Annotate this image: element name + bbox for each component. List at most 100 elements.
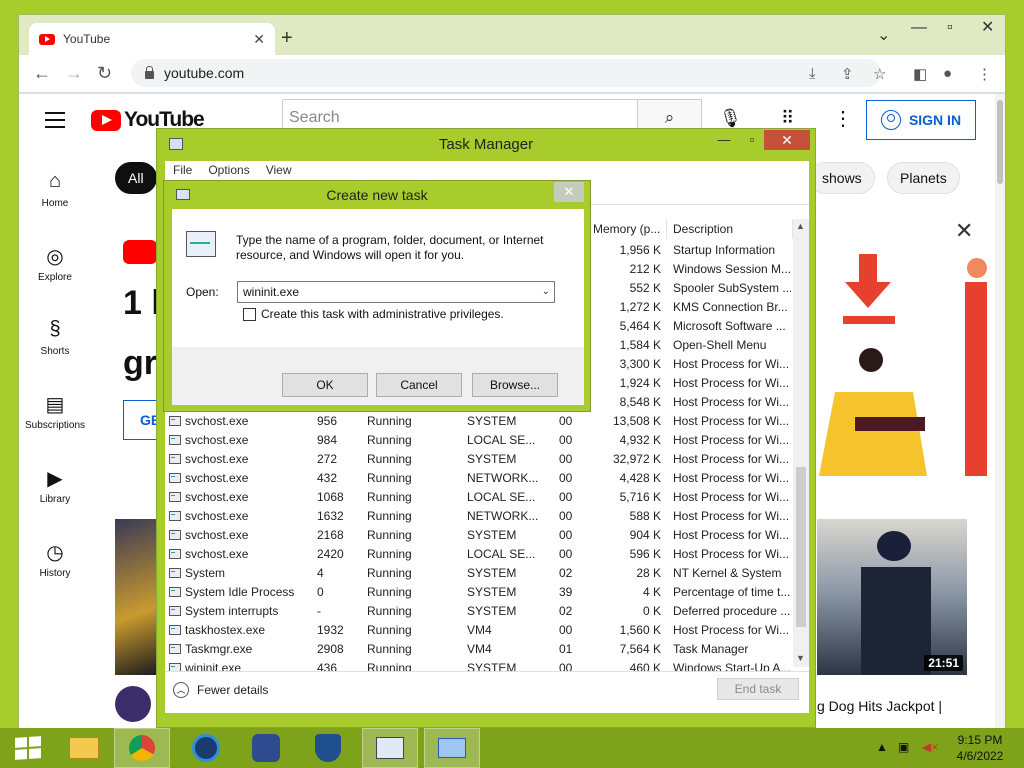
sign-in-button[interactable]: SIGN IN <box>866 100 976 140</box>
back-icon[interactable]: ← <box>33 63 51 84</box>
close-banner-icon[interactable]: ✕ <box>955 218 973 244</box>
taskbar-task-manager[interactable] <box>362 728 418 768</box>
taskbar-control-app[interactable] <box>238 728 294 768</box>
dialog-body: Type the name of a program, folder, docu… <box>172 209 584 405</box>
start-button[interactable] <box>0 728 56 768</box>
cell-cpu: 02 <box>559 566 573 580</box>
install-icon[interactable]: ⤓ <box>809 65 816 82</box>
cell-pid: 1932 <box>317 623 344 637</box>
cancel-button[interactable]: Cancel <box>376 373 462 397</box>
fewer-details-button[interactable]: ︿ Fewer details <box>173 682 268 698</box>
taskbar-run-dialog[interactable] <box>424 728 480 768</box>
tab-close-icon[interactable]: ✕ <box>253 31 265 48</box>
maximize-icon[interactable]: ▫ <box>947 19 953 37</box>
video-duration-badge: 21:51 <box>924 655 963 671</box>
sidebar-item-history[interactable]: ◷ History <box>19 540 91 579</box>
sidebar-item-shorts[interactable]: § Shorts <box>19 318 91 357</box>
end-task-button[interactable]: End task <box>717 678 799 700</box>
table-row[interactable]: svchost.exe 956 Running SYSTEM 00 13,508 K Hos… <box>165 412 793 431</box>
taskbar-file-explorer[interactable] <box>56 728 112 768</box>
sidebar-item-library[interactable]: ▶ Library <box>19 466 91 505</box>
tm-close-icon[interactable]: ✕ <box>764 130 810 150</box>
bookmark-star-icon[interactable]: ☆ <box>873 65 886 83</box>
tm-scrollbar[interactable]: ▲ ▼ <box>793 219 809 667</box>
column-header-memory[interactable]: Memory (p... <box>587 219 667 239</box>
tm-maximize-icon[interactable]: ▫ <box>739 132 765 147</box>
menu-icon[interactable] <box>45 112 65 133</box>
table-row[interactable]: svchost.exe 2168 Running SYSTEM 00 904 K Host … <box>165 526 793 545</box>
cell-pid: 956 <box>317 414 338 428</box>
cell-pid: 2420 <box>317 547 344 561</box>
table-row[interactable]: System interrupts - Running SYSTEM 02 0 K Defe… <box>165 602 793 621</box>
cell-user: SYSTEM <box>467 414 517 428</box>
table-row[interactable]: svchost.exe 272 Running SYSTEM 00 32,972 K Hos… <box>165 450 793 469</box>
table-row[interactable]: svchost.exe 1068 Running LOCAL SE... 00 5,716… <box>165 488 793 507</box>
table-row[interactable]: Taskmgr.exe 2908 Running VM4 01 7,564 K Task M… <box>165 640 793 659</box>
tab-search-icon[interactable]: ⌄ <box>877 25 890 45</box>
menu-options[interactable]: Options <box>200 161 257 179</box>
cell-user: SYSTEM <box>467 566 517 580</box>
table-row[interactable]: svchost.exe 984 Running LOCAL SE... 00 4,932 … <box>165 431 793 450</box>
tab-youtube[interactable]: YouTube ✕ <box>29 23 275 55</box>
table-row[interactable]: svchost.exe 432 Running NETWORK... 00 4,428 K… <box>165 469 793 488</box>
chip-planets[interactable]: Planets <box>887 162 960 194</box>
chrome-menu-icon[interactable]: ⋮ <box>977 65 992 83</box>
table-row[interactable]: taskhostex.exe 1932 Running VM4 00 1,560 K Hos… <box>165 621 793 640</box>
channel-avatar[interactable] <box>115 686 151 722</box>
taskbar-clock[interactable]: 9:15 PM 4/6/2022 <box>950 732 1010 764</box>
table-row[interactable]: svchost.exe 1632 Running NETWORK... 00 588 K H… <box>165 507 793 526</box>
sidebar-item-explore[interactable]: ◎ Explore <box>19 244 91 283</box>
page-scrollbar[interactable] <box>995 94 1005 731</box>
network-icon[interactable]: ▣ <box>898 740 909 754</box>
minimize-icon[interactable]: — <box>911 19 927 37</box>
dialog-description: Type the name of a program, folder, docu… <box>236 233 544 262</box>
shield-icon <box>315 734 341 762</box>
table-row[interactable]: System Idle Process 0 Running SYSTEM 39 4 K Pe… <box>165 583 793 602</box>
new-tab-button[interactable]: + <box>281 27 293 50</box>
volume-muted-icon[interactable]: ◀× <box>922 740 938 754</box>
scroll-up-icon[interactable]: ▲ <box>796 221 805 231</box>
chip-shows[interactable]: shows <box>809 162 875 194</box>
dropdown-chevron-icon[interactable]: ⌄ <box>542 282 550 302</box>
scroll-down-icon[interactable]: ▼ <box>796 653 805 663</box>
ok-button[interactable]: OK <box>282 373 368 397</box>
sidebar-item-subscriptions[interactable]: ▤ Subscriptions <box>19 392 91 431</box>
profile-icon[interactable]: ● <box>943 65 952 82</box>
taskbar-security-app[interactable] <box>300 728 356 768</box>
dialog-close-icon[interactable]: ✕ <box>554 182 584 202</box>
taskbar-chrome[interactable] <box>114 728 170 768</box>
chip-all[interactable]: All <box>115 162 157 194</box>
apps-grid-icon[interactable]: ⠿ <box>781 108 794 129</box>
browse-button[interactable]: Browse... <box>472 373 558 397</box>
table-row[interactable]: svchost.exe 2420 Running LOCAL SE... 00 596 K… <box>165 545 793 564</box>
forward-icon[interactable]: → <box>65 63 83 84</box>
taskbar-ccleaner[interactable] <box>178 728 234 768</box>
share-icon[interactable]: ⇪ <box>841 65 854 83</box>
process-icon <box>169 606 181 616</box>
cell-user: VM4 <box>467 623 492 637</box>
menu-file[interactable]: File <box>165 161 200 179</box>
video-thumbnail-left[interactable] <box>115 519 159 675</box>
tm-scrollbar-thumb[interactable] <box>796 467 806 627</box>
table-row[interactable]: System 4 Running SYSTEM 02 28 K NT Kernel & Sy… <box>165 564 793 583</box>
task-manager-titlebar[interactable]: Task Manager — ▫ ✕ <box>157 129 815 159</box>
open-combobox[interactable]: wininit.exe ⌄ <box>237 281 555 303</box>
menu-view[interactable]: View <box>258 161 300 179</box>
mic-icon[interactable]: 🎙 <box>719 108 742 129</box>
side-panel-icon[interactable]: ◧ <box>913 65 927 83</box>
video-thumbnail-right[interactable]: 21:51 <box>817 519 967 675</box>
settings-dots-icon[interactable]: ⋮ <box>833 106 853 131</box>
checkbox-box[interactable] <box>243 307 256 321</box>
close-window-icon[interactable]: ✕ <box>981 17 994 37</box>
reload-icon[interactable]: ↻ <box>97 63 112 84</box>
video-title[interactable]: g Dog Hits Jackpot | <box>817 698 942 714</box>
tm-minimize-icon[interactable]: — <box>711 132 737 147</box>
column-header-description[interactable]: Description <box>667 219 793 239</box>
page-scrollbar-thumb[interactable] <box>997 100 1003 184</box>
address-bar[interactable]: youtube.com <box>131 59 881 87</box>
cell-pid: 4 <box>317 566 324 580</box>
admin-privileges-checkbox[interactable]: Create this task with administrative pri… <box>243 307 504 321</box>
tray-overflow-icon[interactable]: ▲ <box>876 740 888 754</box>
sidebar-item-home[interactable]: ⌂ Home <box>19 170 91 209</box>
promo-illustration <box>819 254 987 476</box>
